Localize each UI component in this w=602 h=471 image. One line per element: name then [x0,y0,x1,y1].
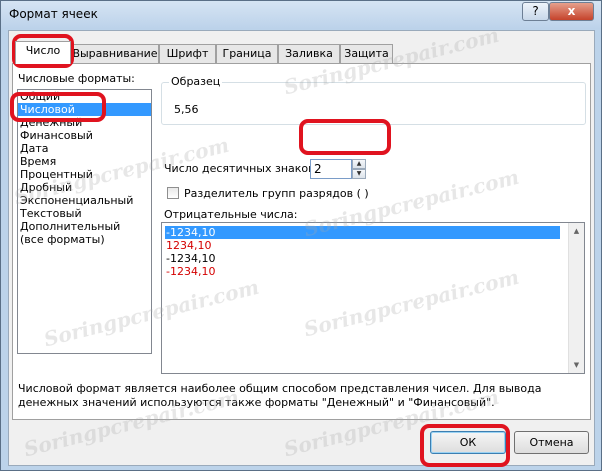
negative-numbers-label: Отрицательные числа: [164,208,298,221]
negative-numbers-list[interactable]: -1234,10 1234,10 -1234,10 -1234,10 ▲ ▼ [161,222,585,374]
negative-option[interactable]: -1234,10 [165,226,560,239]
thousands-separator-checkbox[interactable] [167,187,179,199]
tab-border[interactable]: Граница [216,44,278,63]
dialog-client-area: Число Выравнивание Шрифт Граница Заливка… [8,30,595,466]
title-bar[interactable]: Формат ячеек ? x [1,1,601,29]
format-item-text[interactable]: Текстовый [18,207,151,220]
close-button[interactable]: x [549,2,594,21]
sample-group: Образец 5,56 [161,75,586,125]
help-button[interactable]: ? [522,2,549,21]
format-item-accounting[interactable]: Финансовый [18,129,151,142]
format-item-date[interactable]: Дата [18,142,151,155]
scroll-down-icon[interactable]: ▼ [569,357,584,373]
format-description: Числовой формат является наиболее общим … [18,382,542,409]
number-tab-panel: Числовые форматы: Общий Числовой Денежны… [12,63,591,420]
spin-down-icon[interactable]: ▼ [352,169,366,179]
format-item-scientific[interactable]: Экспоненциальный [18,194,151,207]
sample-value: 5,56 [174,103,199,116]
format-item-general[interactable]: Общий [18,90,151,103]
tab-protection[interactable]: Защита [340,44,393,63]
scroll-up-icon[interactable]: ▲ [569,223,584,239]
tab-number[interactable]: Число [15,41,71,64]
format-item-custom[interactable]: (все форматы) [18,233,151,246]
tab-fill[interactable]: Заливка [278,44,340,63]
tab-font[interactable]: Шрифт [159,44,216,63]
negative-option[interactable]: -1234,10 [165,252,560,265]
tab-alignment[interactable]: Выравнивание [71,44,159,63]
cancel-button[interactable]: Отмена [514,431,589,454]
negative-list-scrollbar[interactable]: ▲ ▼ [568,223,584,373]
format-item-percentage[interactable]: Процентный [18,168,151,181]
format-item-number[interactable]: Числовой [18,103,151,116]
sample-label: Образец [169,75,223,88]
negative-option[interactable]: -1234,10 [165,265,560,278]
negative-option[interactable]: 1234,10 [165,239,560,252]
number-format-list[interactable]: Общий Числовой Денежный Финансовый Дата … [17,89,152,354]
dialog-title: Формат ячеек [9,7,98,21]
ok-button[interactable]: ОК [430,431,506,454]
format-item-time[interactable]: Время [18,155,151,168]
thousands-separator-label: Разделитель групп разрядов ( ) [184,187,369,200]
format-item-currency[interactable]: Денежный [18,116,151,129]
decimal-places-input[interactable]: 2 [310,159,352,179]
decimal-places-label: Число десятичных знаков: [164,162,319,175]
format-item-special[interactable]: Дополнительный [18,220,151,233]
format-item-fraction[interactable]: Дробный [18,181,151,194]
format-cells-dialog: Формат ячеек ? x Число Выравнивание Шриф… [0,0,602,471]
spin-up-icon[interactable]: ▲ [352,159,366,169]
number-formats-label: Числовые форматы: [18,72,135,85]
